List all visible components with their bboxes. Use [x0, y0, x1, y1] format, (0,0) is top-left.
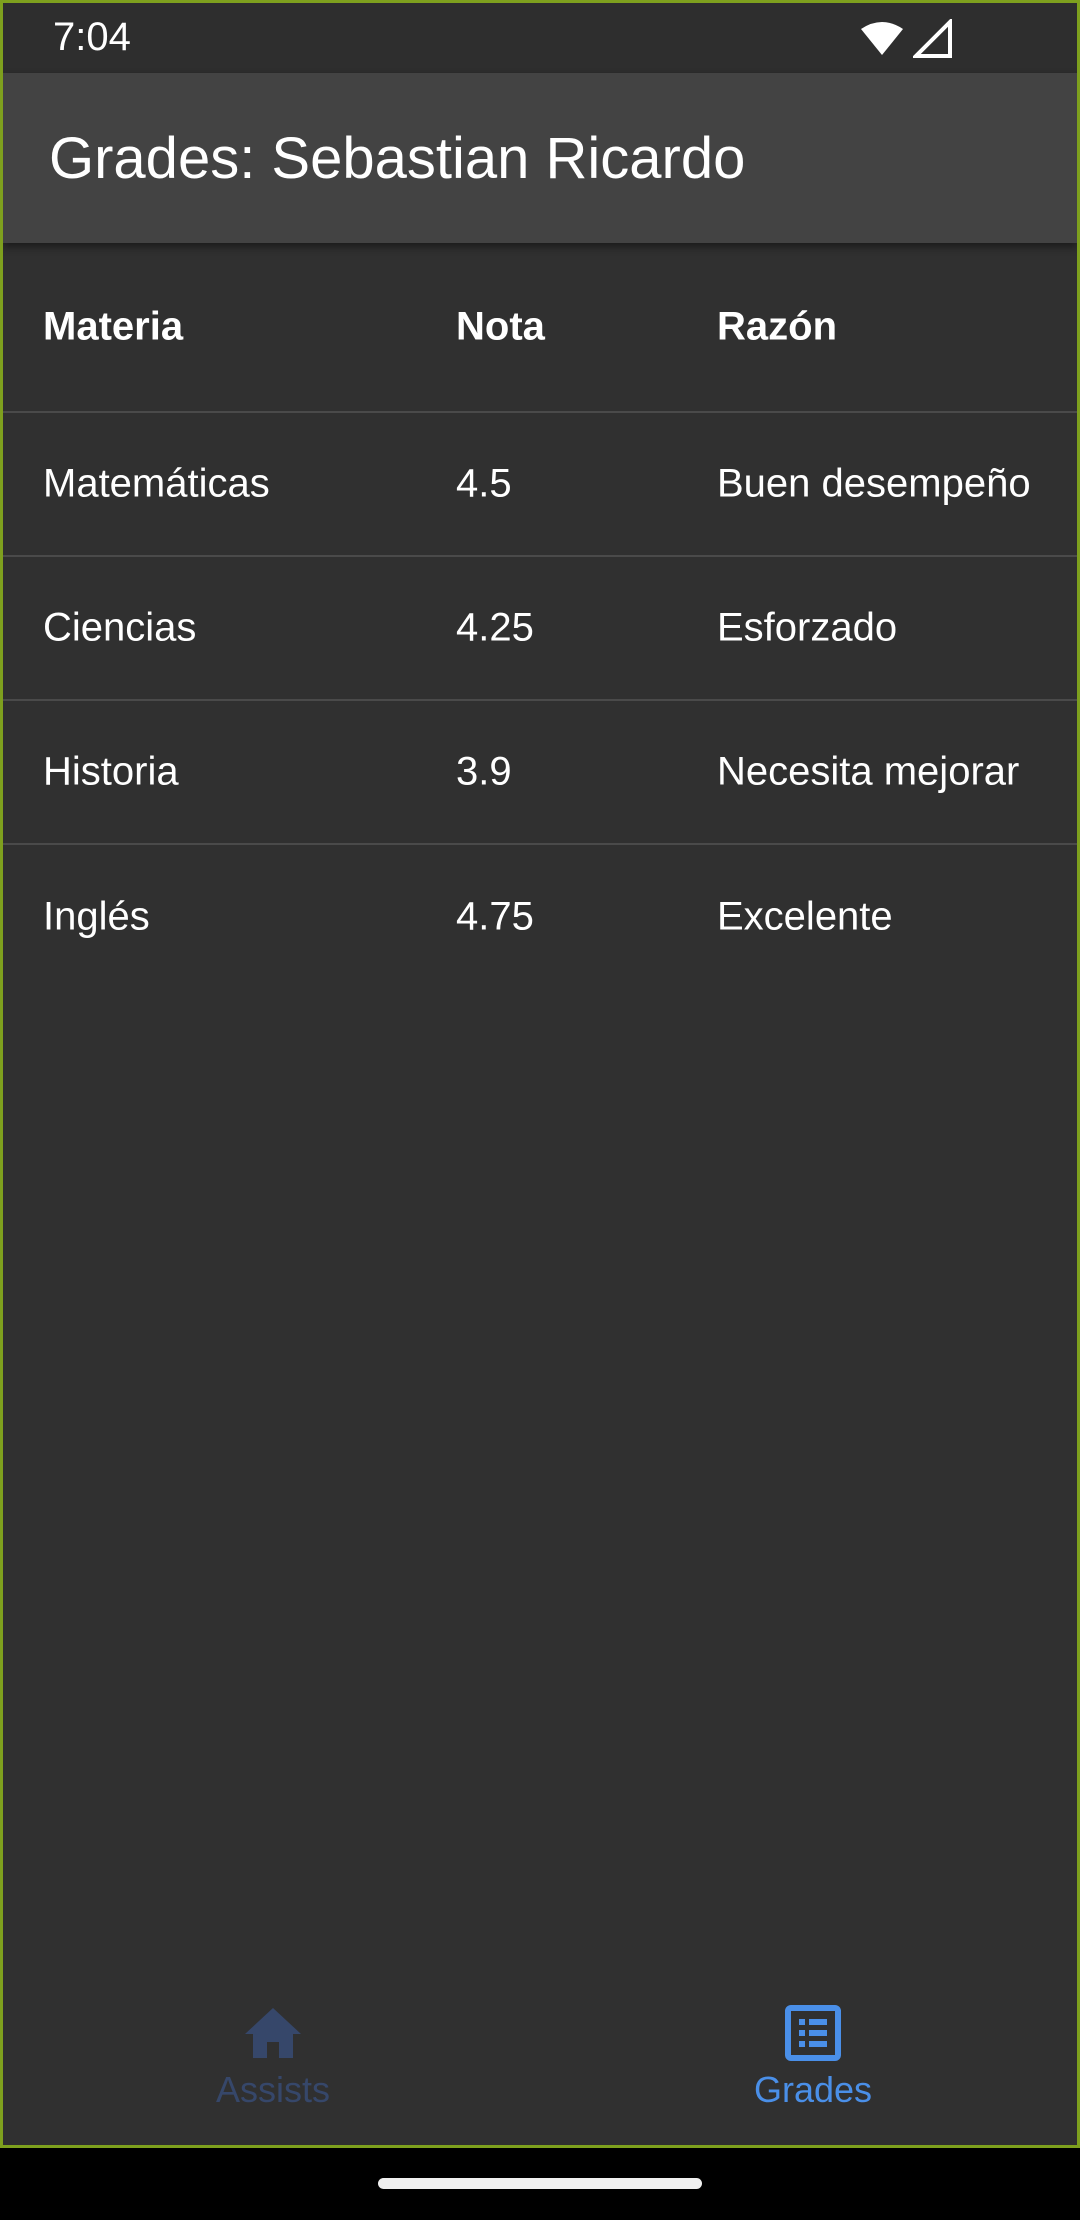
page-title: Grades: Sebastian Ricardo	[49, 126, 746, 191]
table-row: Inglés 4.75 Excelente	[3, 845, 1077, 989]
subject-cell: Inglés	[43, 894, 150, 939]
status-bar: 7:04	[3, 3, 1077, 73]
column-header-materia: Materia	[43, 304, 184, 349]
signal-icon	[911, 17, 953, 64]
nav-item-assists[interactable]: Assists	[3, 1995, 543, 2145]
table-row: Ciencias 4.25 Esforzado	[3, 557, 1077, 701]
table-header-row: Materia Nota Razón	[3, 243, 1077, 413]
reason-cell: Necesita mejorar	[717, 749, 1020, 794]
grade-cell: 4.5	[456, 461, 512, 506]
grade-cell: 3.9	[456, 749, 512, 794]
nav-label-assists: Assists	[215, 2069, 330, 2110]
status-icons	[859, 17, 953, 64]
nav-label-grades: Grades	[753, 2069, 873, 2110]
column-header-nota: Nota	[456, 304, 545, 349]
subject-cell: Matemáticas	[43, 461, 270, 506]
nav-item-grades[interactable]: Grades	[543, 1995, 1077, 2145]
subject-cell: Ciencias	[43, 605, 197, 650]
table-row: Matemáticas 4.5 Buen desempeño	[3, 413, 1077, 557]
bottom-navigation: Assists Grades	[3, 1995, 1077, 2145]
reason-cell: Buen desempeño	[717, 461, 1031, 506]
grade-cell: 4.75	[456, 894, 534, 939]
list-icon	[785, 2001, 841, 2065]
status-time: 7:04	[53, 15, 131, 59]
gesture-handle[interactable]	[378, 2178, 702, 2189]
app-bar: Grades: Sebastian Ricardo	[3, 73, 1077, 243]
reason-cell: Excelente	[717, 894, 893, 939]
home-icon	[243, 2001, 303, 2065]
app-screen: 7:04 Grades: Sebastian Ricardo Materia N…	[0, 0, 1080, 2148]
grades-table: Materia Nota Razón Matemáticas 4.5 Buen …	[3, 243, 1077, 989]
reason-cell: Esforzado	[717, 605, 898, 650]
table-row: Historia 3.9 Necesita mejorar	[3, 701, 1077, 845]
column-header-razon: Razón	[717, 304, 837, 349]
subject-cell: Historia	[43, 749, 179, 794]
wifi-icon	[859, 21, 905, 62]
grade-cell: 4.25	[456, 605, 534, 650]
